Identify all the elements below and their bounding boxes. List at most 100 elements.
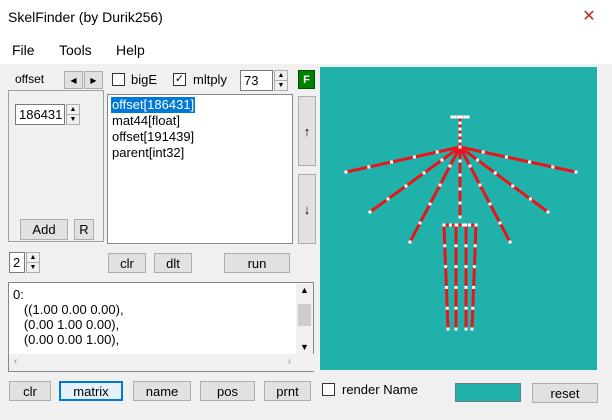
close-icon: ✕ — [582, 8, 596, 25]
pos-button[interactable]: pos — [200, 381, 255, 401]
skeleton-joint — [438, 183, 442, 187]
name-button[interactable]: name — [133, 381, 191, 401]
skeleton-joint — [453, 115, 457, 119]
skeleton-joints — [344, 115, 578, 331]
skeleton-joint — [367, 165, 371, 169]
skeleton-joint — [464, 244, 468, 248]
dlt-button[interactable]: dlt — [154, 253, 192, 273]
tab-offset[interactable]: offset — [15, 72, 44, 86]
skeleton-joint — [463, 115, 467, 119]
list-item[interactable]: offset[186431] — [111, 97, 196, 113]
render-name-label: render Name — [342, 382, 418, 397]
skeleton-joint — [428, 202, 432, 206]
mltply-label: mltply — [193, 72, 227, 87]
chevron-right-icon[interactable]: › — [288, 356, 291, 367]
list-item[interactable]: parent[int32] — [111, 145, 185, 161]
close-button[interactable]: ✕ — [566, 0, 612, 32]
list-item[interactable]: mat44[float] — [111, 113, 181, 129]
level-stepper[interactable]: ▲ ▼ — [26, 252, 40, 273]
window-title: SkelFinder (by Durik256) — [8, 9, 163, 25]
skeleton-viewport[interactable] — [320, 67, 597, 370]
skeleton-joint — [472, 285, 476, 289]
skeleton-joint — [446, 327, 450, 331]
clr-list-button[interactable]: clr — [108, 253, 146, 273]
run-button[interactable]: run — [224, 253, 290, 273]
arrow-right-icon: ▶ — [90, 75, 97, 85]
skeleton-view — [344, 115, 578, 331]
skeleton-joint — [488, 202, 492, 206]
skeleton-joint — [454, 285, 458, 289]
skeleton-joint — [472, 265, 476, 269]
skeleton-joint — [464, 223, 468, 227]
skeleton-joint — [458, 215, 462, 219]
skeleton-joint — [443, 244, 447, 248]
prev-type-button[interactable]: ◀ — [64, 71, 83, 89]
level-input[interactable]: 2 — [9, 252, 25, 273]
count-input[interactable]: 73 — [240, 70, 273, 91]
skeleton-joint — [551, 165, 555, 169]
output-horizontal-scrollbar[interactable]: ‹ › — [9, 354, 315, 371]
skeleton-joint — [468, 223, 472, 227]
skeleton-joint — [418, 221, 422, 225]
background-color-swatch[interactable] — [455, 383, 521, 402]
arrow-down-icon: ↓ — [303, 201, 311, 217]
chevron-up-icon[interactable]: ▲ — [300, 285, 309, 295]
menu-file[interactable]: File — [12, 42, 35, 58]
skeleton-bone — [442, 223, 450, 331]
skeleton-bone — [408, 145, 462, 244]
offset-stepper[interactable]: ▲ ▼ — [66, 104, 80, 125]
skeleton-joint — [471, 306, 475, 310]
render-name-checkbox[interactable] — [322, 383, 335, 396]
reset-button[interactable]: reset — [532, 383, 598, 403]
skeleton-joint — [528, 197, 532, 201]
f-button[interactable]: F — [298, 70, 315, 89]
skeleton-joint — [466, 115, 470, 119]
skeleton-joint — [390, 160, 394, 164]
skeleton-joint — [408, 240, 412, 244]
skeleton-joint — [498, 221, 502, 225]
add-button[interactable]: Add — [20, 219, 68, 240]
skeleton-joint — [404, 184, 408, 188]
output-textbox[interactable]: 0: ((1.00 0.00 0.00), (0.00 1.00 0.00), … — [8, 282, 315, 372]
skeleton-joint — [468, 164, 472, 168]
skeleton-joint — [458, 127, 462, 131]
skeleton-joint — [461, 223, 465, 227]
clr-output-button[interactable]: clr — [9, 381, 51, 401]
skeleton-joint — [458, 133, 462, 137]
prnt-button[interactable]: prnt — [264, 381, 311, 401]
output-vertical-scrollbar[interactable]: ▲ ▼ — [296, 283, 313, 355]
menu-help[interactable]: Help — [116, 42, 145, 58]
arrow-left-icon: ◀ — [70, 75, 77, 85]
output-line: ((1.00 0.00 0.00), — [13, 302, 124, 317]
skeleton-joint — [454, 306, 458, 310]
list-item[interactable]: offset[191439] — [111, 129, 195, 145]
skeleton-bones — [344, 115, 578, 331]
skeleton-joint — [450, 115, 454, 119]
move-up-button[interactable]: ↑ — [298, 96, 316, 166]
matrix-button[interactable]: matrix — [59, 381, 123, 401]
skeleton-joint — [493, 171, 497, 175]
count-stepper[interactable]: ▲ ▼ — [274, 70, 288, 91]
skeleton-joint — [445, 306, 449, 310]
menu-tools[interactable]: Tools — [59, 42, 92, 58]
next-type-button[interactable]: ▶ — [84, 71, 103, 89]
skeleton-joint — [474, 223, 478, 227]
scroll-thumb[interactable] — [298, 304, 311, 326]
mltply-checkbox[interactable]: ✓ — [173, 73, 186, 86]
bige-label: bigE — [131, 72, 158, 87]
output-line: (0.00 1.00 0.00), — [13, 317, 120, 332]
skeleton-joint — [442, 223, 446, 227]
bige-checkbox[interactable] — [112, 73, 125, 86]
chevron-down-icon[interactable]: ▼ — [300, 342, 309, 352]
offset-input[interactable]: 186431 — [15, 104, 65, 125]
skeleton-joint — [464, 265, 468, 269]
spin-down-icon: ▼ — [67, 114, 79, 124]
move-down-button[interactable]: ↓ — [298, 174, 316, 244]
struct-list[interactable]: offset[186431] mat44[float] offset[19143… — [107, 94, 293, 244]
chevron-left-icon[interactable]: ‹ — [14, 356, 17, 367]
r-button[interactable]: R — [74, 219, 94, 240]
skeleton-joint — [444, 265, 448, 269]
skeleton-joint — [458, 201, 462, 205]
skeleton-joint — [454, 244, 458, 248]
skeleton-joint — [504, 155, 508, 159]
